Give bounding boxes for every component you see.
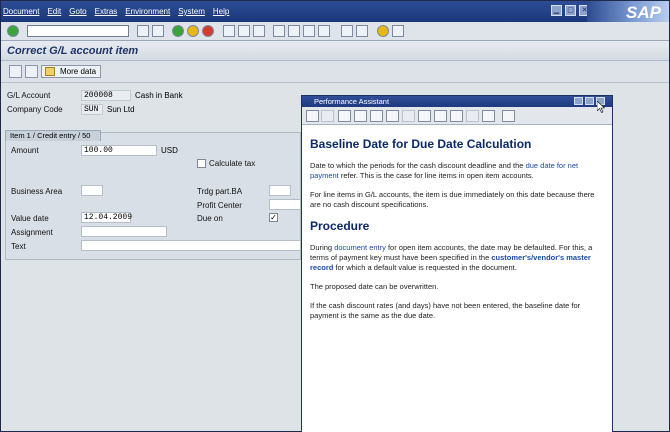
menu-bar: Document Edit Goto Extras Environment Sy… [1, 1, 669, 27]
title-bar: Correct G/L account item [1, 41, 669, 61]
menu-document[interactable]: Document [3, 7, 39, 16]
company-code-label: Company Code [7, 105, 63, 114]
enter-icon[interactable] [7, 25, 19, 37]
help-text: During [310, 243, 335, 252]
gl-account-label: G/L Account [7, 91, 51, 100]
pa-notes-icon[interactable] [450, 110, 463, 122]
back-arrow-icon[interactable] [137, 25, 149, 37]
calculate-tax-label: Calculate tax [209, 159, 256, 168]
mouse-cursor-icon [597, 101, 605, 113]
performance-assistant-title: Performance Assistant [314, 97, 390, 106]
procedure-heading: Procedure [310, 219, 370, 233]
company-code-text: Sun Ltd [107, 105, 135, 114]
command-field[interactable] [27, 25, 129, 37]
pa-minimize-icon[interactable] [574, 97, 583, 105]
help-text: for which a default value is requested i… [333, 263, 517, 272]
pa-edit-icon[interactable] [370, 110, 383, 122]
performance-assistant-content: Baseline Date for Due Date Calculation D… [302, 125, 612, 432]
find-icon[interactable] [238, 25, 250, 37]
text-label: Text [11, 242, 26, 251]
performance-assistant-toolbar [302, 107, 612, 125]
pa-technical-info-icon[interactable] [354, 110, 367, 122]
gl-account-text: Cash in Bank [135, 91, 183, 100]
more-data-label: More data [60, 67, 97, 76]
pa-bookmark-icon[interactable] [466, 110, 479, 122]
pa-document-icon[interactable] [386, 110, 399, 122]
business-area-input[interactable] [81, 185, 103, 196]
standard-toolbar [1, 22, 669, 41]
profit-center-input[interactable] [269, 199, 301, 210]
performance-assistant-titlebar[interactable]: Performance Assistant [302, 96, 612, 107]
pa-book-icon[interactable] [418, 110, 431, 122]
back-icon[interactable] [172, 25, 184, 37]
exit-icon[interactable] [187, 25, 199, 37]
find-next-icon[interactable] [253, 25, 265, 37]
page-title: Correct G/L account item [7, 45, 139, 57]
first-page-icon[interactable] [273, 25, 285, 37]
pa-glossary-icon[interactable] [338, 110, 351, 122]
pa-back-icon[interactable] [306, 110, 319, 122]
change-document-icon[interactable] [25, 65, 38, 78]
help-paragraph-1: Date to which the periods for the cash d… [310, 161, 604, 181]
pa-print-icon[interactable] [482, 110, 495, 122]
amount-input[interactable]: 100.00 [81, 145, 157, 156]
assignment-label: Assignment [11, 228, 53, 237]
minimize-icon[interactable]: ▁ [551, 5, 562, 16]
profit-center-label: Profit Center [197, 201, 242, 210]
menu-extras[interactable]: Extras [95, 7, 118, 16]
application-toolbar: More data [1, 61, 669, 83]
help-paragraph-4: The proposed date can be overwritten. [310, 282, 439, 291]
value-date-input[interactable]: 12.04.2009 [81, 212, 132, 223]
business-area-label: Business Area [11, 187, 63, 196]
due-on-checkbox[interactable]: ✓ [269, 213, 278, 222]
assignment-input[interactable] [81, 226, 167, 237]
shortcut-icon[interactable] [356, 25, 368, 37]
sap-logo-text: SAP [626, 3, 661, 22]
gl-account-field: 200008 [81, 90, 131, 101]
menu-system[interactable]: System [178, 7, 205, 16]
help-paragraph-2: For line items in G/L accounts, the item… [310, 190, 595, 209]
pa-close-view-icon[interactable] [502, 110, 515, 122]
previous-page-icon[interactable] [288, 25, 300, 37]
item-tab[interactable]: Item 1 / Credit entry / 50 [5, 130, 101, 141]
trdg-part-input[interactable] [269, 185, 291, 196]
menu-environment[interactable]: Environment [125, 7, 170, 16]
performance-assistant-window: Performance Assistant Baseline Date for … [301, 95, 613, 432]
pa-forward-icon[interactable] [321, 110, 334, 122]
new-session-icon[interactable] [341, 25, 353, 37]
amount-label: Amount [11, 146, 39, 155]
print-icon[interactable] [223, 25, 235, 37]
due-on-label: Due on [197, 214, 223, 223]
cancel-icon[interactable] [202, 25, 214, 37]
menu-help[interactable]: Help [213, 7, 229, 16]
menu-goto[interactable]: Goto [69, 7, 86, 16]
pa-link-icon[interactable] [402, 110, 415, 122]
trdg-part-label: Trdg part.BA [197, 187, 243, 196]
more-data-button[interactable]: More data [41, 65, 101, 78]
text-input[interactable] [81, 240, 301, 251]
last-page-icon[interactable] [318, 25, 330, 37]
pa-info-icon[interactable] [434, 110, 447, 122]
pa-maximize-icon[interactable] [585, 97, 594, 105]
help-text: refer. This is the case for line items i… [338, 171, 534, 180]
save-icon[interactable] [152, 25, 164, 37]
next-page-icon[interactable] [303, 25, 315, 37]
value-date-label: Value date [11, 214, 49, 223]
help-paragraph-5: If the cash discount rates (and days) ha… [310, 301, 581, 320]
sap-window: Document Edit Goto Extras Environment Sy… [0, 0, 670, 432]
layout-menu-icon[interactable] [392, 25, 404, 37]
more-data-icon [45, 67, 55, 76]
currency-text: USD [161, 146, 178, 155]
company-code-field: SUN [81, 104, 103, 115]
document-entry-link[interactable]: document entry [334, 243, 386, 252]
help-paragraph-3: During document entry for open item acco… [310, 243, 604, 273]
calculate-tax-checkbox[interactable] [197, 159, 206, 168]
menu-edit[interactable]: Edit [47, 7, 61, 16]
display-document-icon[interactable] [9, 65, 22, 78]
maximize-icon[interactable]: ▢ [565, 5, 576, 16]
help-heading: Baseline Date for Due Date Calculation [310, 137, 532, 151]
help-icon[interactable] [377, 25, 389, 37]
help-text: Date to which the periods for the cash d… [310, 161, 526, 170]
